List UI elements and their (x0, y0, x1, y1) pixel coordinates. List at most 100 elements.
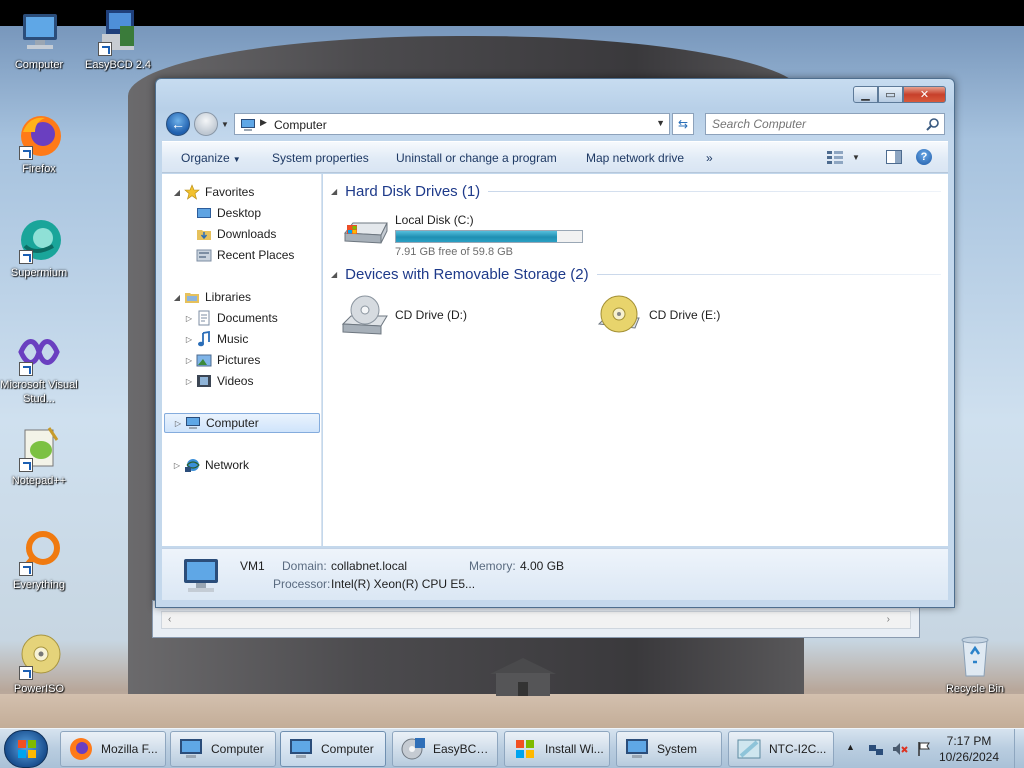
clock-time: 7:17 PM (946, 734, 992, 748)
expand-triangle-icon[interactable]: ▷ (184, 335, 194, 344)
back-button[interactable]: ← (166, 112, 190, 136)
system-properties-button[interactable]: System properties (272, 151, 369, 165)
processor-value: Intel(R) Xeon(R) CPU E5... (331, 577, 476, 591)
group-header-hard-disk-drives[interactable]: ◢ Hard Disk Drives (1) (331, 183, 941, 200)
nav-computer[interactable]: ▷ Computer (164, 413, 320, 433)
shortcut-arrow-icon (19, 146, 33, 160)
expand-triangle-icon[interactable]: ▷ (172, 461, 182, 470)
search-input[interactable] (712, 115, 922, 133)
address-dropdown-icon[interactable]: ▼ (656, 118, 665, 128)
change-view-button[interactable]: ▼ (826, 150, 860, 164)
navigation-pane[interactable]: ◢ Favorites Desktop Downloads Recent Pla… (162, 174, 322, 546)
scroll-left-icon[interactable]: ‹ (168, 614, 171, 625)
forward-button[interactable] (194, 112, 218, 136)
refresh-button[interactable]: ⇆ (672, 113, 694, 135)
show-desktop-button[interactable] (1014, 729, 1024, 768)
desktop-icon-poweriso[interactable]: PowerISO (0, 632, 78, 696)
nav-videos[interactable]: ▷ Videos (184, 371, 254, 391)
breadcrumb-separator-icon[interactable]: ▶ (260, 117, 267, 128)
desktop-icon-everything[interactable]: Everything (0, 528, 78, 592)
action-center-flag-icon[interactable] (916, 741, 932, 757)
desktop-icon-supermium[interactable]: Supermium (0, 216, 78, 280)
desktop-icon-firefox[interactable]: Firefox (0, 112, 78, 176)
nav-documents[interactable]: ▷ Documents (184, 308, 278, 328)
taskbar-item-computer-2[interactable]: Computer (280, 731, 386, 767)
help-button[interactable]: ? (916, 149, 932, 165)
collapse-triangle-icon[interactable]: ◢ (331, 187, 337, 196)
volume-muted-icon[interactable] (892, 741, 908, 757)
content-pane[interactable]: ◢ Hard Disk Drives (1) Local Disk (C:) 7… (323, 174, 948, 546)
desktop-icon-recycle-bin[interactable]: Recycle Bin (936, 632, 1014, 696)
expand-triangle-icon[interactable]: ▷ (184, 356, 194, 365)
map-network-drive-button[interactable]: Map network drive (586, 151, 684, 165)
desktop-icon-label: Recycle Bin (945, 683, 1005, 695)
nav-recent-places[interactable]: Recent Places (184, 245, 294, 265)
preview-pane-button[interactable] (886, 150, 902, 167)
network-tray-icon[interactable] (868, 741, 884, 757)
arrow-left-icon: ← (171, 116, 185, 132)
expand-triangle-icon[interactable]: ▷ (173, 419, 183, 428)
nav-network[interactable]: ▷ Network (172, 455, 249, 475)
maximize-button[interactable]: ▭ (878, 86, 903, 103)
taskbar-item-computer-1[interactable]: Computer (170, 731, 276, 767)
command-bar: Organize ▼ System properties Uninstall or… (162, 141, 948, 173)
group-divider (596, 274, 941, 275)
nav-pictures[interactable]: ▷ Pictures (184, 350, 260, 370)
poweriso-icon (15, 632, 63, 680)
desktop-icon-easybcd[interactable]: EasyBCD 2.4 (79, 8, 157, 72)
wallpaper-house (490, 658, 556, 696)
taskbar-item-install-windows[interactable]: Install Wi... (504, 731, 610, 767)
show-hidden-icons-icon[interactable]: ▲ (846, 742, 855, 752)
collapse-triangle-icon[interactable]: ◢ (331, 270, 337, 279)
taskbar-clock[interactable]: 7:17 PM 10/26/2024 (934, 733, 1004, 765)
nav-favorites[interactable]: ◢ Favorites (172, 182, 254, 202)
expand-triangle-icon[interactable]: ◢ (172, 293, 182, 302)
start-button[interactable] (4, 730, 48, 768)
horizontal-scrollbar[interactable]: ‹ › (161, 611, 911, 629)
notepadpp-icon (15, 424, 63, 472)
firefox-icon (15, 112, 63, 160)
explorer-window[interactable]: ▁ ▭ ✕ ← ▼ ▶ Computer ▼ ⇆ Organize▼ Syste… (155, 78, 955, 608)
breadcrumb[interactable]: Computer (274, 118, 327, 132)
desktop-icon-computer[interactable]: Computer (0, 8, 78, 72)
nav-downloads[interactable]: Downloads (184, 224, 276, 244)
nav-music[interactable]: ▷ Music (184, 329, 248, 349)
supermium-icon (15, 216, 63, 264)
desktop-icon-notepadpp[interactable]: Notepad++ (0, 424, 78, 488)
nav-label: Network (205, 458, 250, 472)
nav-label: Documents (217, 311, 278, 325)
search-icon[interactable] (926, 117, 940, 131)
drive-local-disk-c[interactable]: Local Disk (C:) 7.91 GB free of 59.8 GB (341, 211, 583, 258)
close-button[interactable]: ✕ (903, 86, 946, 103)
taskbar-item-ntc[interactable]: NTC-I2C... (728, 731, 834, 767)
search-box[interactable] (705, 113, 945, 135)
taskbar-item-firefox[interactable]: Mozilla F... (60, 731, 166, 767)
windows-setup-icon (516, 740, 534, 758)
desktop-icon-visual-studio[interactable]: Microsoft Visual Stud... (0, 328, 78, 406)
expand-triangle-icon[interactable]: ▷ (184, 314, 194, 323)
group-header-removable-storage[interactable]: ◢ Devices with Removable Storage (2) (331, 266, 941, 283)
address-bar[interactable]: ▶ Computer ▼ (234, 113, 670, 135)
help-icon: ? (920, 151, 928, 163)
expand-triangle-icon[interactable]: ▷ (184, 377, 194, 386)
drive-cd-d[interactable]: CD Drive (D:) (341, 294, 467, 335)
expand-triangle-icon[interactable]: ◢ (172, 188, 182, 197)
uninstall-program-button[interactable]: Uninstall or change a program (396, 151, 557, 165)
nav-libraries[interactable]: ◢ Libraries (172, 287, 251, 307)
minimize-button[interactable]: ▁ (853, 86, 878, 103)
scroll-right-icon[interactable]: › (887, 614, 890, 625)
desktop-icon-label: PowerISO (13, 683, 65, 695)
taskbar-item-system[interactable]: System (616, 731, 722, 767)
shortcut-arrow-icon (19, 362, 33, 376)
computer-icon (241, 119, 255, 131)
organize-button[interactable]: Organize ▼ (181, 151, 241, 165)
taskbar-item-label: NTC-I2C... (769, 742, 827, 756)
computer-icon (184, 559, 218, 592)
window-titlebar[interactable]: ▁ ▭ ✕ (156, 79, 954, 109)
drive-cd-e[interactable]: CD Drive (E:) (595, 294, 720, 334)
history-dropdown-icon[interactable]: ▼ (221, 120, 229, 129)
more-commands-button[interactable]: » (706, 151, 713, 165)
taskbar-item-easybcd[interactable]: EasyBCD ... (392, 731, 498, 767)
nav-desktop[interactable]: Desktop (184, 203, 261, 223)
everything-icon (15, 528, 63, 576)
